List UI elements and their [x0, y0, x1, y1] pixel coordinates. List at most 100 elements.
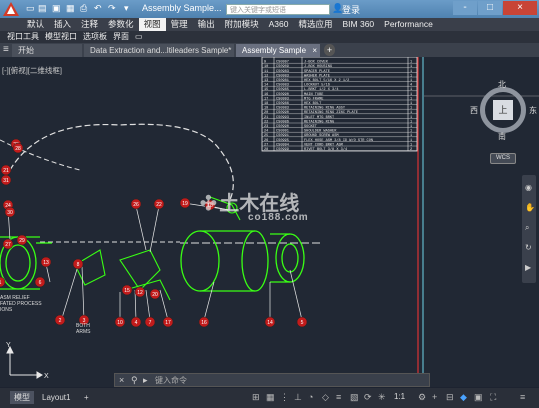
command-history-icon[interactable]: ▸: [143, 375, 148, 386]
tab-close-icon[interactable]: ×: [312, 44, 317, 57]
compass-west[interactable]: 西: [470, 105, 478, 116]
tab-output[interactable]: 输出: [193, 18, 220, 31]
save-icon[interactable]: ▣: [52, 3, 61, 15]
units-icon[interactable]: ⊟: [446, 392, 454, 403]
ribbon-panel-row: 视口工具 模型视口 选项板 界面 ▭: [0, 31, 539, 43]
osnap-icon[interactable]: ◇: [322, 392, 329, 403]
print-icon[interactable]: ⎙: [80, 3, 87, 15]
add-layout-button[interactable]: +: [80, 391, 93, 404]
customization-menu-icon[interactable]: ≡: [520, 392, 525, 402]
bom-cell: CS0991: [276, 134, 289, 138]
interface-button[interactable]: 界面: [110, 31, 132, 43]
open-file-icon[interactable]: ▤: [38, 3, 47, 15]
tab-insert[interactable]: 插入: [49, 18, 76, 31]
balloon-label: 30: [7, 210, 13, 216]
minimize-button[interactable]: -: [453, 1, 477, 15]
lineweight-icon[interactable]: ≡: [336, 392, 341, 402]
panel-toggle-icon[interactable]: ▭: [132, 31, 146, 43]
close-command-icon[interactable]: ×: [119, 375, 124, 385]
isolate-objects-icon[interactable]: ◆: [460, 392, 467, 403]
selection-cycling-icon[interactable]: ⟳: [364, 392, 372, 403]
bom-cell: VENT CORD BRKT ASM: [304, 143, 343, 147]
bom-cell: RETAINING RING ASSY: [304, 107, 346, 111]
annotation-visibility-icon[interactable]: ✳: [378, 392, 386, 403]
watermark-logo-icon: ✣: [200, 193, 217, 215]
tab-bim360[interactable]: BIM 360: [338, 18, 380, 31]
undo-icon[interactable]: ↶: [94, 3, 102, 15]
customize-command-icon[interactable]: ⚲: [131, 375, 138, 386]
hardware-acceleration-icon[interactable]: ▣: [474, 392, 483, 403]
clean-screen-icon[interactable]: ⛶: [490, 392, 496, 403]
bom-cell: CS0990: [276, 125, 289, 129]
close-button[interactable]: ×: [503, 1, 537, 15]
compass-east[interactable]: 东: [529, 105, 537, 116]
grid-icon[interactable]: ▦: [266, 392, 275, 403]
compass-south[interactable]: 南: [498, 131, 506, 142]
redo-icon[interactable]: ↷: [108, 3, 116, 15]
save-as-icon[interactable]: ▦: [66, 3, 75, 15]
plus-icon[interactable]: +: [432, 392, 437, 402]
bom-cell: 10: [264, 65, 268, 69]
login-button[interactable]: 登录: [342, 3, 360, 16]
menu-icon[interactable]: ≡: [3, 44, 9, 55]
balloon-label: 15: [124, 288, 130, 294]
wcs-menu[interactable]: WCS: [490, 153, 516, 164]
tab-addins[interactable]: 附加模块: [220, 18, 264, 31]
new-tab-button[interactable]: +: [324, 44, 335, 56]
main-tube-part: [180, 230, 305, 292]
viewport-tools-button[interactable]: 视口工具: [4, 31, 42, 43]
tab-manage[interactable]: 管理: [166, 18, 193, 31]
compass-north[interactable]: 北: [498, 79, 506, 90]
full-nav-wheel-icon[interactable]: ◉: [525, 183, 532, 192]
bom-cell: CS0983: [276, 74, 289, 78]
viewcube[interactable]: 上 北 南 西 东: [470, 79, 537, 142]
command-input[interactable]: 键入命令: [155, 375, 187, 387]
balloon-label: 17: [165, 320, 171, 326]
bom-cell: 17: [264, 97, 268, 101]
watermark: ✣ 土木在线 co188.com: [200, 187, 309, 223]
search-input[interactable]: 键入关键字或短语: [226, 4, 330, 15]
tab-featured-apps[interactable]: 精选应用: [293, 18, 337, 31]
workspace-icon[interactable]: ⚙: [418, 392, 426, 403]
model-viewports-button[interactable]: 模型视口: [42, 31, 80, 43]
bom-cell: 2: [410, 148, 412, 152]
ucs-y-label: Y: [6, 342, 11, 349]
tab-parametric[interactable]: 参数化: [103, 18, 139, 31]
layout-tab-layout1[interactable]: Layout1: [38, 391, 74, 404]
autocad-logo-icon[interactable]: [2, 1, 20, 17]
bom-cell: HEX BOLT 5/16 X 2 1/2: [304, 78, 349, 83]
tab-view[interactable]: 视图: [138, 18, 166, 31]
layout-tab-model[interactable]: 模型: [10, 391, 34, 404]
tab-annotate[interactable]: 注释: [76, 18, 103, 31]
zoom-icon[interactable]: ⌕: [525, 223, 529, 233]
doc-tab-start[interactable]: 开始: [12, 44, 82, 57]
tab-default[interactable]: 默认: [22, 18, 49, 31]
snap-icon[interactable]: ⋮: [280, 392, 289, 403]
balloon-label: 31: [3, 178, 9, 184]
tab-a360[interactable]: A360: [264, 18, 294, 31]
doc-tab-assembly[interactable]: Assembly Sample ×: [236, 44, 320, 57]
doc-tab-data-extraction[interactable]: Data Extraction and...ltileaders Sample*: [84, 44, 234, 57]
polar-icon[interactable]: ◔: [308, 392, 313, 402]
watermark-sub: co188.com: [248, 212, 309, 223]
tab-performance[interactable]: Performance: [379, 18, 438, 31]
maximize-button[interactable]: □: [478, 1, 502, 15]
drawing-canvas[interactable]: [-][俯视][二维线框] 9 CS0997 J-BOX COVER 1 10 CS090…: [0, 57, 539, 387]
model-space-icon[interactable]: ⊞: [252, 392, 260, 403]
orbit-icon[interactable]: ↻: [525, 243, 532, 252]
status-bar: 模型 Layout1 + ⊞ ▦ ⋮ ⊥ ◔ ◇ ≡ ▧ ⟳ ✳ 1:1 ⚙ +…: [0, 388, 539, 408]
transparency-icon[interactable]: ▧: [350, 392, 359, 403]
doc-tab-start-label: 开始: [18, 46, 34, 55]
pan-icon[interactable]: ✋: [525, 203, 535, 212]
annotation-scale[interactable]: 1:1: [394, 392, 405, 401]
quick-access-dropdown-icon[interactable]: ▾: [124, 3, 129, 15]
bom-cell: CS0995: [276, 139, 289, 143]
bom-cell: CS0990: [276, 93, 289, 97]
command-line[interactable]: × ⚲ ▸ 键入命令: [114, 373, 430, 387]
ortho-icon[interactable]: ⊥: [294, 392, 302, 403]
new-file-icon[interactable]: ▭: [26, 3, 35, 15]
palettes-button[interactable]: 选项板: [80, 31, 110, 43]
viewcube-face-top[interactable]: 上: [493, 100, 513, 120]
showmotion-icon[interactable]: ▶: [525, 263, 531, 272]
bom-cell: MAIN TUBE: [304, 93, 323, 97]
